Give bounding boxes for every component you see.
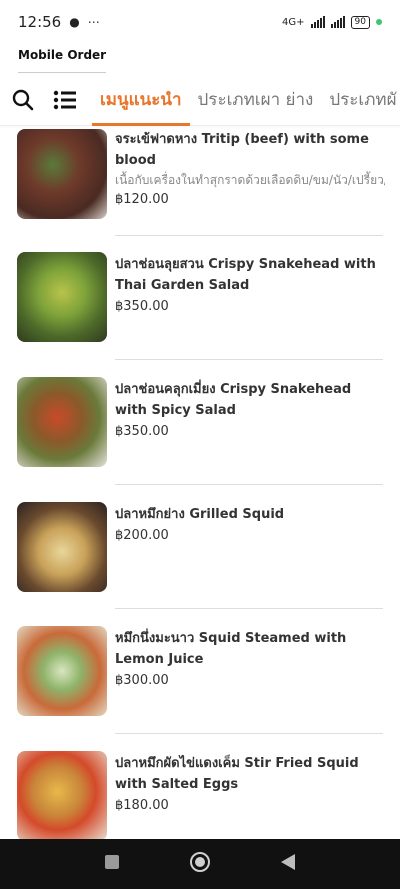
dish-image xyxy=(17,129,107,219)
item-name: จระเข้ฟาดหาง Tritip (beef) with some blo… xyxy=(115,132,369,168)
item-price: ฿180.00 xyxy=(115,798,169,813)
back-button[interactable] xyxy=(280,853,296,875)
item-name: หมึกนึ่งมะนาว Squid Steamed with Lemon J… xyxy=(115,631,347,667)
message-icon: ● xyxy=(69,15,80,29)
dish-image xyxy=(17,377,107,467)
more-notifications-icon: ⋯ xyxy=(87,15,100,29)
item-price: ฿200.00 xyxy=(115,528,169,543)
divider xyxy=(115,359,383,360)
item-name: ปลาช่อนคลุกเมี่ยง Crispy Snakehead with … xyxy=(115,382,352,418)
search-icon[interactable] xyxy=(8,85,38,115)
item-name: ปลาหมึกผัดไข่แดงเค็ม Stir Fried Squid wi… xyxy=(115,756,359,792)
status-bar: 12:56 ● ⋯ 4G+ 90 xyxy=(0,0,400,44)
system-navbar xyxy=(0,839,400,889)
network-type: 4G+ xyxy=(282,16,305,28)
home-button[interactable] xyxy=(189,851,211,877)
dish-image xyxy=(17,626,107,716)
privacy-indicator-icon xyxy=(376,19,382,25)
category-tabbar: เมนูแนะนำ ประเภทเผา ย่าง ประเภทผั xyxy=(0,74,400,126)
divider xyxy=(115,484,383,485)
signal-icon-2 xyxy=(330,16,345,28)
tab-recommended[interactable]: เมนูแนะนำ xyxy=(92,74,190,126)
status-time: 12:56 xyxy=(18,13,62,31)
category-tabs: เมนูแนะนำ ประเภทเผา ย่าง ประเภทผั xyxy=(92,74,400,126)
dish-image xyxy=(17,252,107,342)
item-price: ฿350.00 xyxy=(115,299,169,314)
page-title: Mobile Order xyxy=(18,48,107,62)
tab-stir-fried[interactable]: ประเภทผั xyxy=(321,74,400,126)
divider xyxy=(115,733,383,734)
item-price: ฿350.00 xyxy=(115,424,169,439)
dish-image xyxy=(17,751,107,839)
dish-image xyxy=(17,502,107,592)
item-price: ฿300.00 xyxy=(115,673,169,688)
item-name: ปลาหมึกย่าง Grilled Squid xyxy=(115,507,285,522)
recents-button[interactable] xyxy=(104,854,120,874)
tab-grilled[interactable]: ประเภทเผา ย่าง xyxy=(190,74,322,126)
menu-list-icon[interactable] xyxy=(50,85,80,115)
signal-icon xyxy=(310,16,325,28)
item-price: ฿120.00 xyxy=(115,192,169,207)
item-name: ปลาช่อนลุยสวน Crispy Snakehead with Thai… xyxy=(115,257,376,293)
battery-icon: 90 xyxy=(350,15,370,29)
divider xyxy=(115,235,383,236)
menu-list: จระเข้ฟาดหาง Tritip (beef) with some blo… xyxy=(0,127,400,839)
item-description: เนื้อกับเครื่องในทำสุกราดด้วยเลือดดิบ/ขม… xyxy=(115,173,385,187)
divider xyxy=(115,608,383,609)
